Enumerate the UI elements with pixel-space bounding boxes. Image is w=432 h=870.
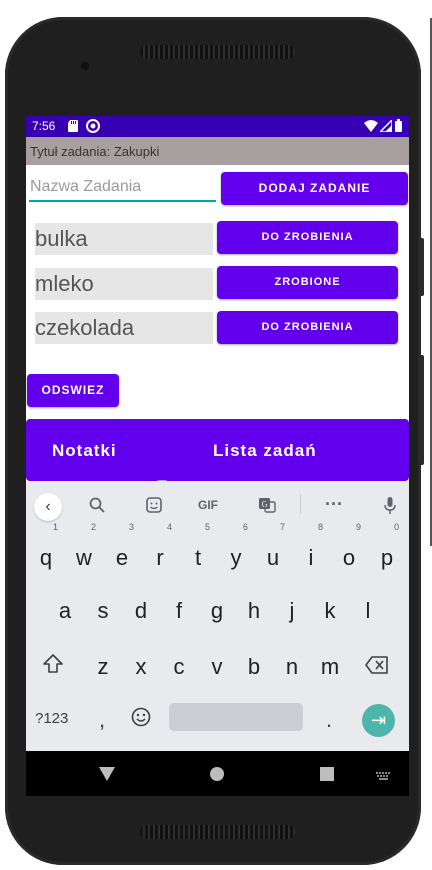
key-n[interactable]: n	[274, 645, 310, 689]
sd-card-icon	[68, 120, 79, 135]
symbols-key[interactable]: ?123	[35, 710, 68, 727]
tab-notes[interactable]: Notatki	[52, 441, 117, 461]
key-e[interactable]: e3	[104, 522, 140, 580]
key-hint: 4	[166, 522, 172, 532]
more-icon[interactable]: ···	[325, 494, 343, 515]
key-label: u	[266, 545, 280, 570]
key-hint: 0	[393, 522, 399, 532]
phone-frame: 7:56 Tytuł zadania: Zakupki DODAJ ZADANI…	[5, 17, 421, 865]
key-u[interactable]: u7	[255, 522, 291, 580]
key-label: r	[156, 545, 164, 570]
key-r[interactable]: r4	[142, 522, 178, 580]
wifi-icon	[364, 120, 378, 135]
key-hint: 3	[128, 522, 134, 532]
search-icon[interactable]	[89, 497, 105, 516]
key-x[interactable]: x	[123, 645, 159, 689]
key-k[interactable]: k	[312, 589, 348, 633]
key-label: w	[76, 545, 92, 570]
key-g[interactable]: g	[199, 589, 235, 633]
back-icon[interactable]: ‹	[34, 493, 62, 521]
comma-key[interactable]: ,	[99, 707, 105, 733]
key-label: p	[380, 545, 394, 570]
task-name-input[interactable]	[29, 174, 216, 202]
key-hint: 7	[279, 522, 285, 532]
home-icon[interactable]	[210, 767, 224, 786]
key-c[interactable]: c	[161, 645, 197, 689]
key-q[interactable]: q1	[28, 522, 64, 580]
key-j[interactable]: j	[274, 589, 310, 633]
space-bar[interactable]	[169, 703, 303, 731]
status-time: 7:56	[32, 119, 56, 133]
enter-icon[interactable]: ⇥	[362, 704, 395, 737]
key-w[interactable]: w2	[66, 522, 102, 580]
translate-icon[interactable]: G	[258, 497, 276, 516]
power-button	[419, 355, 424, 465]
backspace-icon[interactable]	[365, 656, 389, 679]
key-s[interactable]: s	[85, 589, 121, 633]
key-p[interactable]: p0	[369, 522, 405, 580]
task-name-bulka: bulka	[35, 223, 213, 255]
front-camera	[81, 62, 89, 70]
task-list-title: Tytuł zadania: Zakupki	[30, 144, 160, 159]
top-speaker	[140, 45, 295, 59]
key-i[interactable]: i8	[293, 522, 329, 580]
key-hint: 9	[355, 522, 361, 532]
key-hint: 8	[317, 522, 323, 532]
gif-button[interactable]: GIF	[198, 498, 218, 512]
keyboard-switch-icon[interactable]	[376, 769, 392, 787]
key-m[interactable]: m	[312, 645, 348, 689]
signal-icon	[378, 118, 393, 135]
system-navigation-bar	[26, 751, 409, 796]
recents-icon[interactable]	[320, 767, 334, 786]
key-v[interactable]: v	[199, 645, 235, 689]
task-status-button[interactable]: DO ZROBIENIA	[217, 221, 398, 254]
key-label: q	[39, 545, 53, 570]
keyboard-toolbar: ‹ GIF G ···	[26, 481, 409, 531]
mic-icon[interactable]	[384, 497, 396, 517]
sticker-icon[interactable]	[146, 497, 162, 516]
status-bar: 7:56	[26, 116, 409, 137]
key-label: y	[230, 545, 242, 570]
add-task-button[interactable]: DODAJ ZADANIE	[221, 172, 408, 205]
key-b[interactable]: b	[236, 645, 272, 689]
key-hint: 2	[90, 522, 96, 532]
key-label: o	[342, 545, 356, 570]
refresh-button[interactable]: ODSWIEZ	[27, 374, 119, 407]
task-name-mleko: mleko	[35, 268, 213, 300]
bottom-speaker	[140, 825, 295, 839]
back-triangle-icon[interactable]	[99, 767, 115, 786]
key-d[interactable]: d	[123, 589, 159, 633]
key-label: e	[115, 545, 129, 570]
key-label: t	[194, 545, 202, 570]
task-name-czekolada: czekolada	[35, 312, 213, 344]
sync-icon	[86, 119, 100, 136]
soft-keyboard: ‹ GIF G ··· q1 w2 e3 r 4 t 5 y 6 u 7 i 8…	[26, 481, 409, 751]
key-a[interactable]: a	[47, 589, 83, 633]
task-status-button[interactable]: DO ZROBIENIA	[217, 311, 398, 344]
key-o[interactable]: o9	[331, 522, 367, 580]
screen: 7:56 Tytuł zadania: Zakupki DODAJ ZADANI…	[26, 116, 409, 796]
key-y[interactable]: y6	[218, 522, 254, 580]
key-f[interactable]: f	[161, 589, 197, 633]
key-t[interactable]: t5	[180, 522, 216, 580]
key-hint: 1	[52, 522, 58, 532]
key-l[interactable]: l	[350, 589, 386, 633]
task-status-button[interactable]: ZROBIONE	[217, 266, 398, 299]
key-h[interactable]: h	[236, 589, 272, 633]
title-bar: Tytuł zadania: Zakupki	[26, 137, 409, 165]
battery-icon	[395, 119, 402, 135]
key-hint: 6	[242, 522, 248, 532]
toolbar-divider	[300, 494, 301, 514]
key-z[interactable]: z	[85, 645, 121, 689]
key-label: i	[308, 545, 314, 570]
emoji-icon[interactable]	[131, 707, 151, 732]
volume-button	[419, 238, 424, 296]
shift-icon[interactable]	[42, 653, 64, 680]
period-key[interactable]: .	[326, 707, 332, 733]
tab-task-list[interactable]: Lista zadań	[213, 441, 317, 461]
key-hint: 5	[204, 522, 210, 532]
bottom-navigation: Notatki Lista zadań	[26, 419, 409, 481]
